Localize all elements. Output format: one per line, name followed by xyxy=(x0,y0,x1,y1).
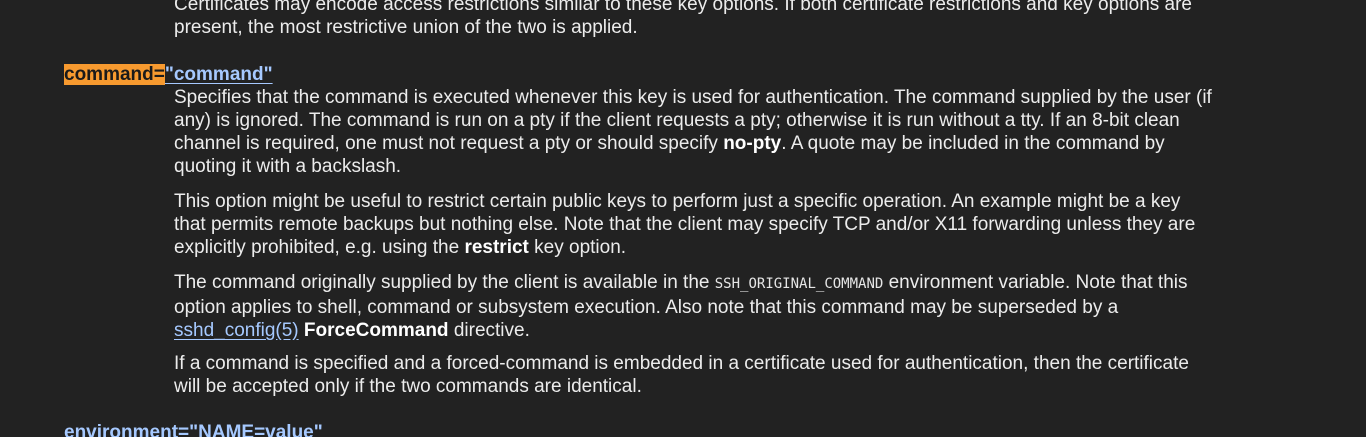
p2-line-3-text: explicitly prohibited, e.g. using the xyxy=(174,237,465,258)
command-description-p1: Specifies that the command is executed w… xyxy=(174,86,1284,178)
p1-line-3: channel is required, one must not reques… xyxy=(174,132,1284,155)
intro-paragraph: Certificates may encode access restricti… xyxy=(174,0,1284,39)
environment-option-value: environment="NAME=value" xyxy=(64,422,323,437)
command-option-term: command="command" xyxy=(64,63,273,86)
p3-line-1-text: The command originally supplied by the c… xyxy=(174,272,715,293)
command-description-p4: If a command is specified and a forced-c… xyxy=(174,352,1284,398)
env-var-code: SSH_ORIGINAL_COMMAND xyxy=(714,276,884,292)
p3-line-1-text-b: environment variable. Note that this xyxy=(883,272,1188,293)
p3-line-3: sshd_config(5) ForceCommand directive. xyxy=(174,319,1284,342)
p1-line-4: quoting it with a backslash. xyxy=(174,156,402,177)
forcecommand-keyword: ForceCommand xyxy=(303,320,449,341)
command-description-p2: This option might be useful to restrict … xyxy=(174,190,1284,259)
p2-line-3-text-b: key option. xyxy=(528,237,627,258)
p2-line-1: This option might be useful to restrict … xyxy=(174,191,1181,212)
command-option-value: "command" xyxy=(164,64,273,85)
intro-line-2: present, the most restrictive union of t… xyxy=(174,17,638,38)
environment-option-term: environment="NAME=value" xyxy=(64,421,323,437)
p1-line-3-text: channel is required, one must not reques… xyxy=(174,133,724,154)
sshd-config-link[interactable]: sshd_config(5) xyxy=(174,320,299,341)
no-pty-keyword: no-pty xyxy=(723,133,782,154)
search-highlight: command= xyxy=(64,64,165,85)
p3-line-1: The command originally supplied by the c… xyxy=(174,271,1284,296)
p2-line-2: that permits remote backups but nothing … xyxy=(174,214,1196,235)
p1-line-2: any) is ignored. The command is run on a… xyxy=(174,110,1180,131)
p2-line-3: explicitly prohibited, e.g. using the re… xyxy=(174,236,1284,259)
p1-line-1: Specifies that the command is executed w… xyxy=(174,87,1212,108)
intro-line-1: Certificates may encode access restricti… xyxy=(174,0,1193,15)
restrict-keyword: restrict xyxy=(464,237,529,258)
p3-line-3-text-b: directive. xyxy=(448,320,530,341)
p3-line-2: option applies to shell, command or subs… xyxy=(174,297,1119,318)
p4-line-1: If a command is specified and a forced-c… xyxy=(174,353,1189,374)
command-description-p3: The command originally supplied by the c… xyxy=(174,271,1284,342)
p4-line-2: will be accepted only if the two command… xyxy=(174,376,642,397)
p1-line-3-text-b: . A quote may be included in the command… xyxy=(781,133,1165,154)
